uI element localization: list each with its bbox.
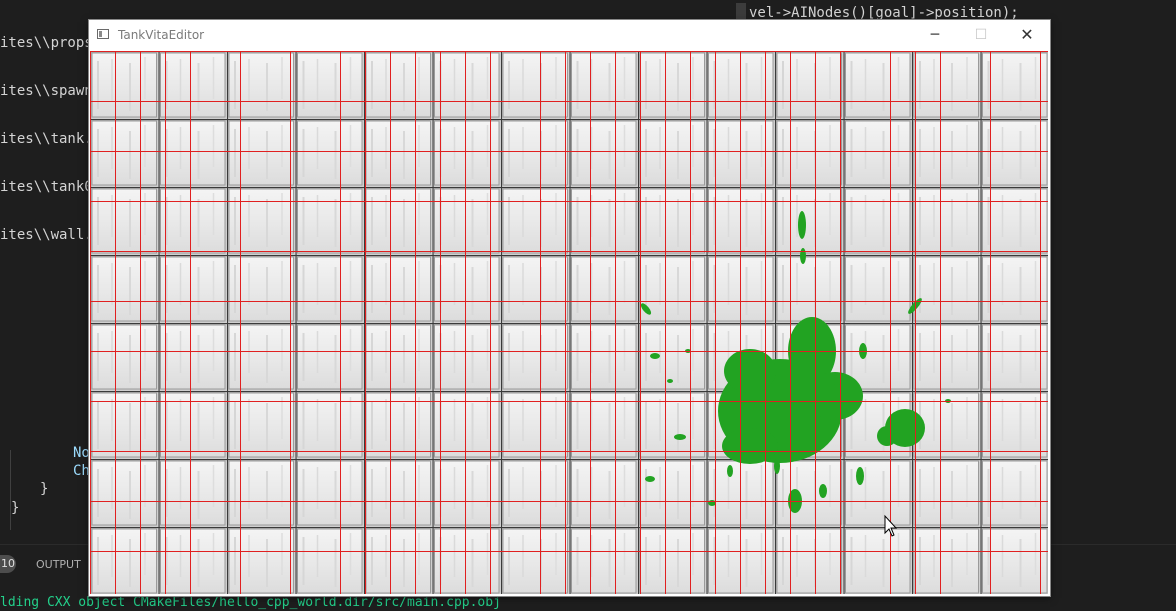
- code-lower-block: No Ch } }: [0, 440, 90, 544]
- app-window: TankVitaEditor ─ ☐ ✕: [89, 20, 1050, 596]
- tab-output[interactable]: OUTPUT: [36, 557, 81, 573]
- build-output-line: lding CXX object CMakeFiles/hello_cpp_wo…: [0, 595, 501, 610]
- tile-map[interactable]: [90, 51, 1048, 594]
- code-token: No: [73, 445, 90, 461]
- metal-floor: [90, 51, 1048, 594]
- code-line: vel->AINodes()[goal]->position);: [749, 5, 1019, 21]
- window-title: TankVitaEditor: [118, 28, 205, 42]
- code-brace: }: [11, 500, 20, 516]
- code-right-column: vel->AINodes()[goal]->position);: [733, 0, 1176, 21]
- code-token: Ch: [73, 463, 90, 479]
- minimize-button[interactable]: ─: [912, 20, 958, 51]
- gutter-marker: [736, 3, 746, 21]
- editor-canvas[interactable]: [90, 51, 1048, 594]
- window-titlebar[interactable]: TankVitaEditor ─ ☐ ✕: [89, 20, 1050, 51]
- close-button[interactable]: ✕: [1004, 20, 1050, 51]
- maximize-button[interactable]: ☐: [958, 20, 1004, 51]
- code-brace: }: [40, 481, 49, 497]
- app-window-icon: [97, 29, 109, 39]
- indent-guide: [10, 450, 11, 530]
